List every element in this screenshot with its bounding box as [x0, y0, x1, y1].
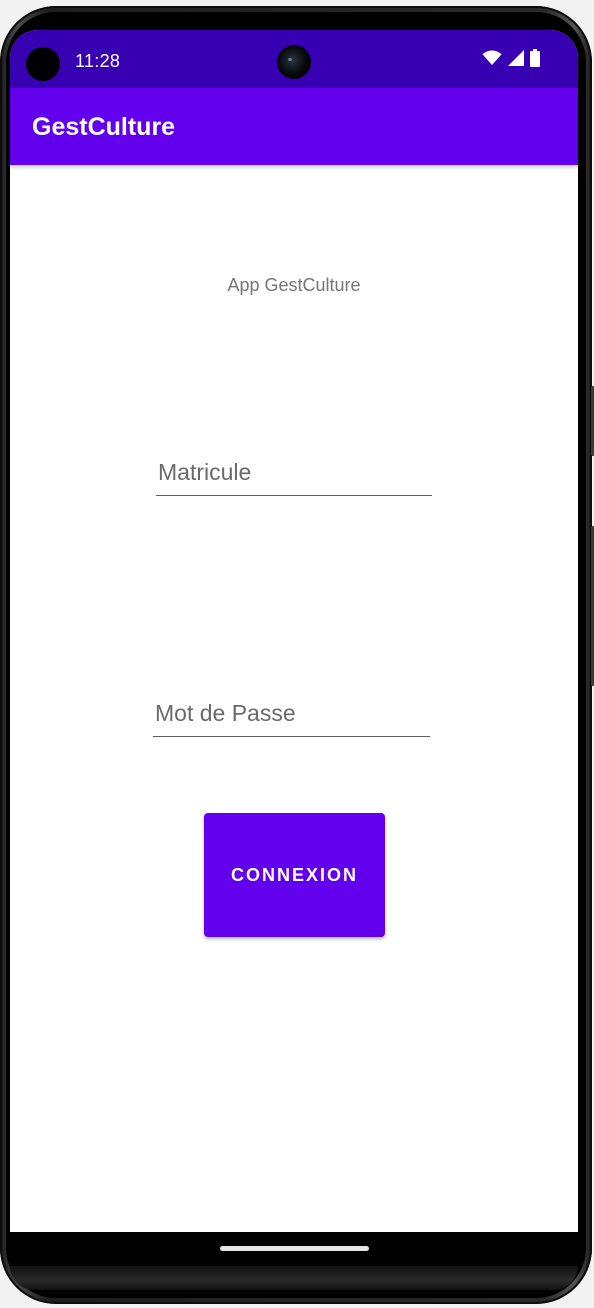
status-bar: 11:28: [10, 30, 578, 88]
matricule-field[interactable]: Matricule: [156, 454, 432, 496]
password-placeholder: Mot de Passe: [155, 700, 296, 726]
app-subtitle: App GestCulture: [227, 275, 361, 295]
cellular-signal-icon: [508, 49, 524, 71]
navigation-bar: [10, 1232, 578, 1266]
front-camera: [277, 45, 311, 79]
status-time: 11:28: [75, 51, 121, 71]
matricule-placeholder: Matricule: [158, 459, 252, 485]
connexion-button-label: CONNEXION: [230, 864, 358, 885]
app-bar: GestCulture: [10, 88, 578, 165]
status-icons: [482, 48, 540, 72]
connexion-button[interactable]: CONNEXION: [204, 813, 385, 937]
front-sensor-cutout: [26, 47, 60, 81]
app-title: GestCulture: [32, 113, 176, 141]
wifi-icon: [482, 49, 502, 71]
battery-icon: [530, 48, 540, 72]
device-screen: 11:28 GestCulture App GestCulture Matric…: [10, 30, 578, 1263]
phone-bottom-bezel: [10, 1266, 578, 1290]
password-field[interactable]: Mot de Passe: [153, 695, 430, 737]
home-indicator[interactable]: [220, 1246, 369, 1251]
